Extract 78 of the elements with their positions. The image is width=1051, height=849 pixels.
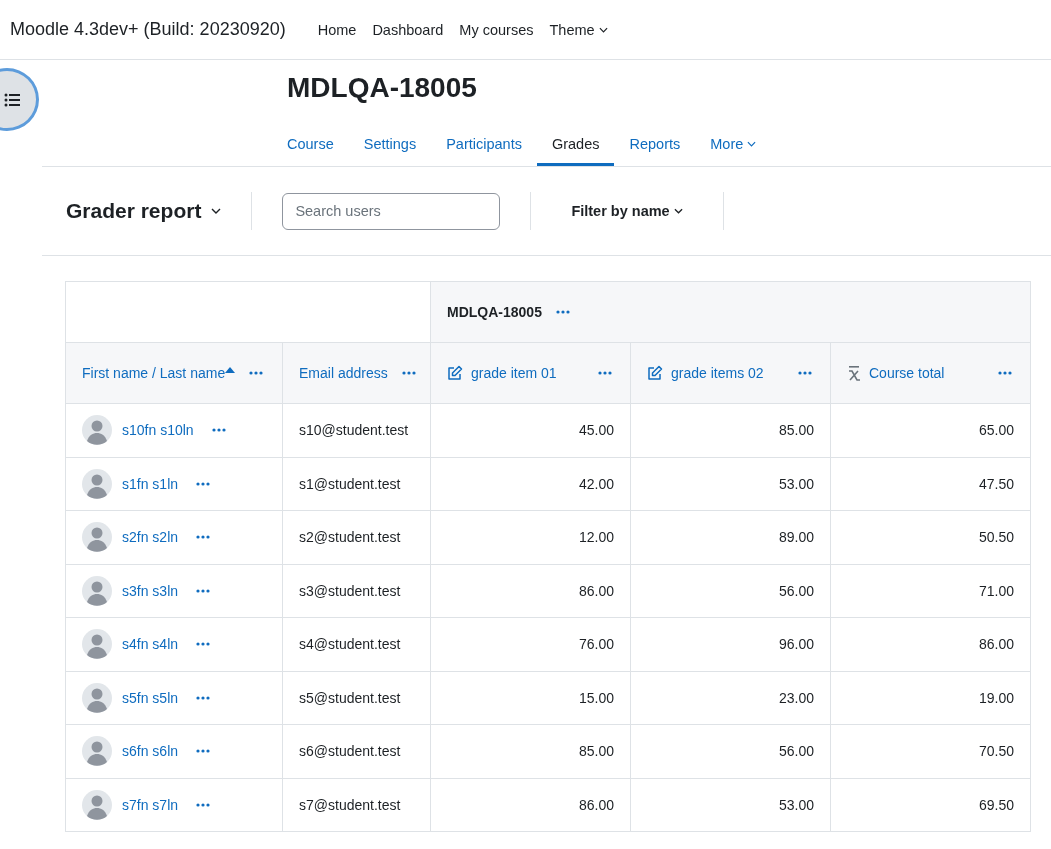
user-avatar-icon <box>82 789 112 820</box>
mean-symbol-icon <box>847 364 861 382</box>
nav-link[interactable]: My courses <box>459 21 534 38</box>
user-avatar-icon <box>82 522 112 553</box>
grade-cell: 86.00 <box>430 564 631 618</box>
course-tab[interactable]: More <box>695 124 772 166</box>
user-name-link[interactable]: s3fn s3ln <box>122 582 179 599</box>
grade-cell: 86.00 <box>830 617 1031 671</box>
user-name-link[interactable]: s2fn s2ln <box>122 529 179 546</box>
grade-cell: 56.00 <box>630 724 831 778</box>
email-cell: s7@student.test <box>282 778 431 832</box>
nav-link[interactable]: Home <box>317 21 357 38</box>
user-avatar-icon <box>82 629 112 660</box>
grade-cell: 23.00 <box>630 671 831 725</box>
user-name-link[interactable]: s6fn s6ln <box>122 743 179 760</box>
email-cell: s2@student.test <box>282 510 431 564</box>
user-name-link[interactable]: s4fn s4ln <box>122 636 179 653</box>
category-name: MDLQA-18005 <box>447 304 542 320</box>
report-selector-button[interactable]: Grader report <box>66 199 222 223</box>
grade-cell: 45.00 <box>430 403 631 457</box>
user-name-link[interactable]: s1fn s1ln <box>122 475 179 492</box>
list-icon <box>4 92 20 107</box>
grade-cell: 42.00 <box>430 457 631 511</box>
grade-cell: 47.50 <box>830 457 1031 511</box>
grade-cell: 96.00 <box>630 617 831 671</box>
grade-cell: 56.00 <box>630 564 831 618</box>
grade-cell: 50.50 <box>830 510 1031 564</box>
grade-cell: 65.00 <box>830 403 1031 457</box>
course-tab[interactable]: Course <box>287 124 349 166</box>
email-cell: s6@student.test <box>282 724 431 778</box>
actions-menu-button[interactable] <box>596 369 614 377</box>
filter-by-name-button[interactable]: Filter by name <box>561 203 693 219</box>
edit-icon <box>647 365 663 381</box>
column-header-link[interactable]: grade items 02 <box>671 365 764 381</box>
grade-cell: 19.00 <box>830 671 1031 725</box>
nav-link[interactable]: Theme <box>549 21 608 38</box>
search-field[interactable]: Search users <box>282 192 501 230</box>
column-header-link[interactable]: grade item 01 <box>471 365 557 381</box>
column-header-link[interactable]: Course total <box>869 365 945 381</box>
email-cell: s5@student.test <box>282 671 431 725</box>
chevron-down-icon <box>211 208 222 214</box>
user-avatar-icon <box>82 415 112 446</box>
user-name-link[interactable]: s7fn s7ln <box>122 796 179 813</box>
user-avatar-icon <box>82 468 112 499</box>
actions-menu-button[interactable] <box>796 369 814 377</box>
course-tab[interactable]: Participants <box>431 124 537 166</box>
grade-cell: 85.00 <box>430 724 631 778</box>
email-cell: s4@student.test <box>282 617 431 671</box>
user-name-link[interactable]: s5fn s5ln <box>122 689 179 706</box>
grade-cell: 15.00 <box>430 671 631 725</box>
grade-cell: 70.50 <box>830 724 1031 778</box>
grade-cell: 89.00 <box>630 510 831 564</box>
grade-cell: 71.00 <box>830 564 1031 618</box>
email-cell: s3@student.test <box>282 564 431 618</box>
column-header-link[interactable]: First name / Last name <box>82 365 226 381</box>
course-title: MDLQA-18005 <box>287 72 478 104</box>
grade-cell: 76.00 <box>430 617 631 671</box>
user-name-link[interactable]: s10fn s10ln <box>122 422 194 439</box>
user-avatar-icon <box>82 682 112 713</box>
edit-icon <box>447 365 463 381</box>
course-tab[interactable]: Settings <box>348 124 432 166</box>
user-avatar-icon <box>82 575 112 606</box>
nav-link[interactable]: Dashboard <box>372 21 444 38</box>
site-title[interactable]: Moodle 4.3dev+ (Build: 20230920) <box>10 19 286 40</box>
email-cell: s10@student.test <box>282 403 431 457</box>
grade-cell: 86.00 <box>430 778 631 832</box>
grade-cell: 53.00 <box>630 778 831 832</box>
grade-cell: 85.00 <box>630 403 831 457</box>
email-cell: s1@student.test <box>282 457 431 511</box>
grade-cell: 53.00 <box>630 457 831 511</box>
grade-cell: 69.50 <box>830 778 1031 832</box>
column-header-link[interactable]: Email address <box>299 365 388 381</box>
chevron-down-icon <box>673 208 683 214</box>
grade-cell: 12.00 <box>430 510 631 564</box>
actions-menu-button[interactable] <box>996 369 1014 377</box>
user-avatar-icon <box>82 736 112 767</box>
course-tab[interactable]: Grades <box>536 124 615 166</box>
course-tab[interactable]: Reports <box>614 124 696 166</box>
